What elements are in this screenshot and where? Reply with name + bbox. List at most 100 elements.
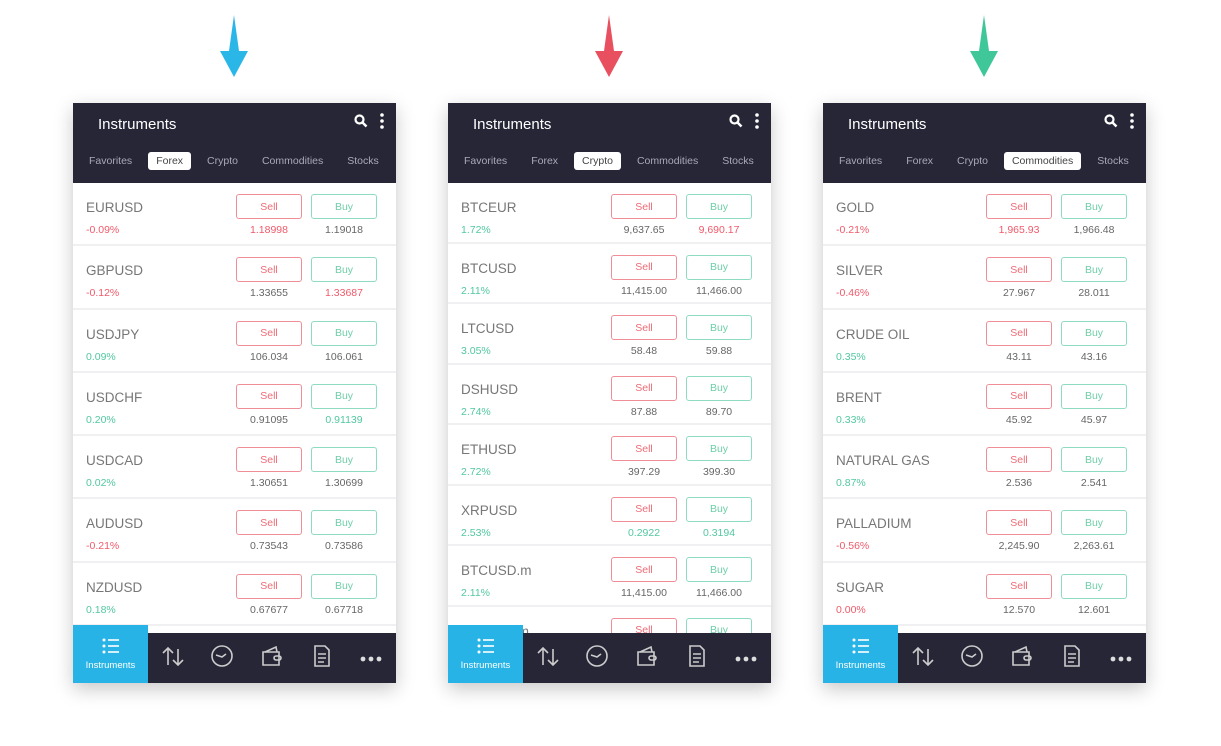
tab-stocks[interactable]: Stocks xyxy=(1089,152,1137,170)
tab-stocks[interactable]: Stocks xyxy=(714,152,762,170)
sell-button[interactable]: Sell xyxy=(236,573,302,599)
instrument-row[interactable]: GOLD -0.21% Sell Buy 1,965.93 1,966.48 xyxy=(823,183,1146,247)
sell-button[interactable]: Sell xyxy=(236,510,302,536)
instrument-row[interactable]: SILVER -0.46% Sell Buy 27.967 28.011 xyxy=(823,246,1146,310)
buy-button[interactable]: Buy xyxy=(311,573,377,599)
buy-button[interactable]: Buy xyxy=(311,447,377,473)
instrument-row[interactable]: NATURAL GAS 0.87% Sell Buy 2.536 2.541 xyxy=(823,436,1146,500)
buy-button[interactable]: Buy xyxy=(1061,510,1127,536)
sell-button[interactable]: Sell xyxy=(611,315,677,340)
tab-commodities[interactable]: Commodities xyxy=(1003,152,1082,170)
instrument-row[interactable]: LTCUSD 3.05% Sell Buy 58.48 59.88 xyxy=(448,304,771,365)
sell-button[interactable]: Sell xyxy=(986,320,1052,346)
tab-crypto[interactable]: Crypto xyxy=(574,152,621,170)
nav-item[interactable] xyxy=(672,633,722,683)
sell-button[interactable]: Sell xyxy=(611,496,677,522)
buy-button[interactable]: Buy xyxy=(311,383,377,409)
sell-button[interactable]: Sell xyxy=(986,573,1052,599)
sell-button[interactable]: Sell xyxy=(236,447,302,473)
buy-button[interactable]: Buy xyxy=(1061,257,1127,283)
more-vertical-icon[interactable] xyxy=(380,113,384,134)
sell-button[interactable]: Sell xyxy=(236,194,302,219)
nav-item[interactable] xyxy=(898,633,948,683)
tab-favorites[interactable]: Favorites xyxy=(81,152,140,170)
nav-item[interactable] xyxy=(997,633,1047,683)
sell-button[interactable]: Sell xyxy=(611,557,677,582)
nav-item[interactable] xyxy=(148,633,198,683)
instrument-row[interactable]: CRUDE OIL 0.35% Sell Buy 43.11 43.16 xyxy=(823,310,1146,373)
more-vertical-icon[interactable] xyxy=(755,113,759,134)
buy-button[interactable]: Buy xyxy=(686,194,752,219)
buy-button[interactable]: Buy xyxy=(686,375,752,401)
nav-item[interactable] xyxy=(297,633,347,683)
buy-button[interactable]: Buy xyxy=(686,254,752,280)
instrument-row[interactable]: ETHUSD 2.72% Sell Buy 397.29 399.30 xyxy=(448,425,771,486)
tab-commodities[interactable]: Commodities xyxy=(629,152,706,170)
nav-item[interactable] xyxy=(948,633,998,683)
nav-item[interactable] xyxy=(346,633,396,683)
tab-favorites[interactable]: Favorites xyxy=(831,152,890,170)
sell-button[interactable]: Sell xyxy=(611,254,677,280)
nav-item[interactable] xyxy=(198,633,248,683)
buy-button[interactable]: Buy xyxy=(1061,447,1127,473)
instrument-row[interactable]: SUGAR 0.00% Sell Buy 12.570 12.601 xyxy=(823,563,1146,627)
sell-button[interactable]: Sell xyxy=(611,194,677,219)
nav-item[interactable] xyxy=(1047,633,1097,683)
instrument-row[interactable]: GBPUSD -0.12% Sell Buy 1.33655 1.33687 xyxy=(73,246,396,310)
sell-button[interactable]: Sell xyxy=(986,257,1052,283)
search-icon[interactable] xyxy=(729,114,743,133)
more-vertical-icon[interactable] xyxy=(1130,113,1134,134)
sell-button[interactable]: Sell xyxy=(611,375,677,401)
buy-button[interactable]: Buy xyxy=(1061,383,1127,409)
buy-button[interactable]: Buy xyxy=(311,510,377,536)
nav-instruments[interactable]: Instruments xyxy=(823,625,898,683)
buy-button[interactable]: Buy xyxy=(686,496,752,522)
sell-button[interactable]: Sell xyxy=(986,383,1052,409)
instrument-row[interactable]: PALLADIUM -0.56% Sell Buy 2,245.90 2,263… xyxy=(823,499,1146,563)
instrument-row[interactable]: XRPUSD 2.53% Sell Buy 0.2922 0.3194 xyxy=(448,486,771,546)
tab-crypto[interactable]: Crypto xyxy=(199,152,246,170)
instrument-row[interactable]: NZDUSD 0.18% Sell Buy 0.67677 0.67718 xyxy=(73,563,396,627)
instrument-row[interactable]: BTCEUR 1.72% Sell Buy 9,637.65 9,690.17 xyxy=(448,183,771,244)
tab-commodities[interactable]: Commodities xyxy=(254,152,331,170)
nav-item[interactable] xyxy=(573,633,623,683)
buy-button[interactable]: Buy xyxy=(311,194,377,219)
sell-button[interactable]: Sell xyxy=(236,383,302,409)
instrument-row[interactable]: USDCHF 0.20% Sell Buy 0.91095 0.91139 xyxy=(73,373,396,437)
instrument-row[interactable]: USDCAD 0.02% Sell Buy 1.30651 1.30699 xyxy=(73,436,396,500)
search-icon[interactable] xyxy=(354,114,368,133)
nav-instruments[interactable]: Instruments xyxy=(73,625,148,683)
search-icon[interactable] xyxy=(1104,114,1118,133)
buy-button[interactable]: Buy xyxy=(311,257,377,283)
tab-stocks[interactable]: Stocks xyxy=(339,152,387,170)
buy-button[interactable]: Buy xyxy=(686,315,752,340)
instrument-row[interactable]: BRENT 0.33% Sell Buy 45.92 45.97 xyxy=(823,373,1146,437)
instrument-row[interactable]: DSHUSD 2.74% Sell Buy 87.88 89.70 xyxy=(448,365,771,425)
sell-button[interactable]: Sell xyxy=(986,194,1052,219)
buy-button[interactable]: Buy xyxy=(686,436,752,461)
nav-item[interactable] xyxy=(622,633,672,683)
tab-forex[interactable]: Forex xyxy=(148,152,192,170)
instrument-row[interactable]: EURUSD -0.09% Sell Buy 1.18998 1.19018 xyxy=(73,183,396,247)
nav-instruments[interactable]: Instruments xyxy=(448,625,523,683)
buy-button[interactable]: Buy xyxy=(1061,573,1127,599)
nav-item[interactable] xyxy=(247,633,297,683)
tab-forex[interactable]: Forex xyxy=(898,152,941,170)
tab-forex[interactable]: Forex xyxy=(523,152,566,170)
nav-item[interactable] xyxy=(721,633,771,683)
instrument-row[interactable]: BTCUSD 2.11% Sell Buy 11,415.00 11,466.0… xyxy=(448,244,771,304)
tab-crypto[interactable]: Crypto xyxy=(949,152,996,170)
sell-button[interactable]: Sell xyxy=(611,436,677,461)
tab-favorites[interactable]: Favorites xyxy=(456,152,515,170)
instrument-row[interactable]: AUDUSD -0.21% Sell Buy 0.73543 0.73586 xyxy=(73,499,396,563)
sell-button[interactable]: Sell xyxy=(236,320,302,346)
instrument-row[interactable]: BTCUSD.m 2.11% Sell Buy 11,415.00 11,466… xyxy=(448,546,771,607)
nav-item[interactable] xyxy=(1096,633,1146,683)
sell-button[interactable]: Sell xyxy=(986,447,1052,473)
nav-item[interactable] xyxy=(523,633,573,683)
sell-button[interactable]: Sell xyxy=(986,510,1052,536)
sell-button[interactable]: Sell xyxy=(236,257,302,283)
buy-button[interactable]: Buy xyxy=(1061,194,1127,219)
buy-button[interactable]: Buy xyxy=(311,320,377,346)
buy-button[interactable]: Buy xyxy=(1061,320,1127,346)
